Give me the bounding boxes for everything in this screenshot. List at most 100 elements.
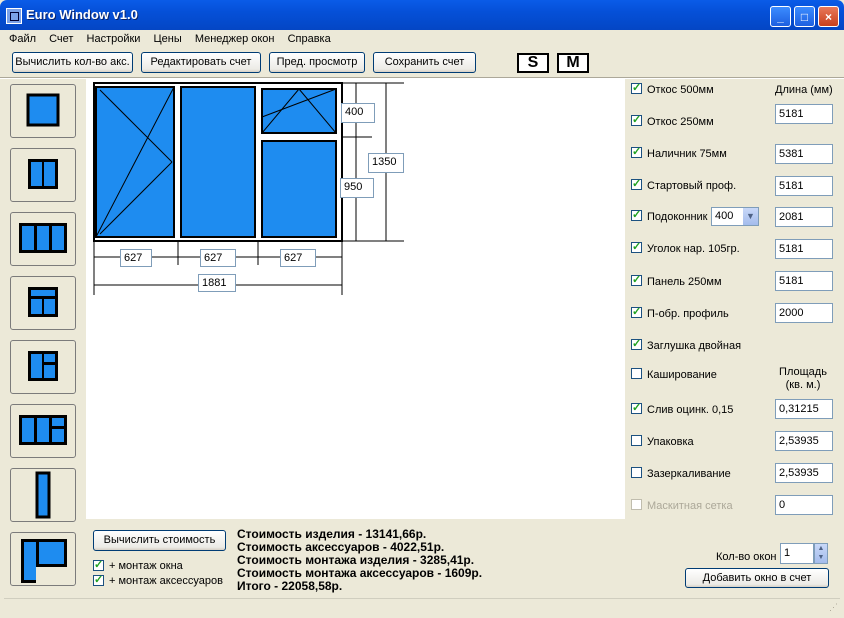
otkos-500-label: Откос 500мм [647, 84, 714, 96]
panel-250-length[interactable]: 5181 [775, 271, 833, 291]
triple-window-icon [19, 223, 67, 253]
p-profile-length[interactable]: 2000 [775, 303, 833, 323]
maximize-button[interactable]: □ [794, 6, 815, 27]
mirroring-checkbox[interactable] [631, 467, 642, 478]
menu-file[interactable]: Файл [4, 31, 41, 47]
title-bar: Euro Window v1.0 _ □ × [0, 0, 844, 30]
shape-balcony-window-button[interactable] [10, 532, 76, 586]
window-count-spinner[interactable]: ▲ ▼ [814, 543, 828, 564]
bottom-height[interactable]: 950 [340, 178, 374, 198]
shape-single-window-button[interactable] [10, 84, 76, 138]
accessories-cost: Стоимость аксессуаров - 4022,51р. [237, 540, 445, 554]
edit-invoice-button[interactable]: Редактировать счет [141, 52, 261, 73]
triple-transom-window-icon [19, 415, 67, 445]
packaging-checkbox[interactable] [631, 435, 642, 446]
otkos-250-checkbox[interactable] [631, 113, 642, 126]
p-profile-label: П-обр. профиль [647, 308, 729, 320]
mosquito-net-area[interactable]: 0 [775, 495, 833, 515]
product-mount-cost: Стоимость монтажа изделия - 3285,41р. [237, 553, 475, 567]
nalichnik-checkbox[interactable] [631, 145, 642, 158]
starter-profile-label: Стартовый проф. [647, 180, 737, 192]
windowsill-checkbox[interactable] [631, 208, 642, 221]
p-profile-checkbox[interactable] [631, 305, 642, 318]
window-count-input[interactable]: 1 [780, 543, 814, 564]
balcony-window-icon [21, 539, 67, 583]
shape-double-window-button[interactable] [10, 148, 76, 202]
m-button[interactable]: M [557, 53, 589, 73]
accessories-mount-cost: Стоимость монтажа аксессуаров - 1609р. [237, 566, 483, 580]
nalichnik-label: Наличник 75мм [647, 148, 727, 160]
calc-accessories-button[interactable]: Вычислить кол-во акс. [12, 52, 133, 73]
drip-label: Слив оцинк. 0,15 [647, 404, 734, 416]
single-window-icon [26, 93, 60, 127]
menu-bar: Файл Счет Настройки Цены Менеджер окон С… [4, 31, 336, 49]
mount-window-label: + монтаж окна [109, 560, 183, 572]
menu-window-manager[interactable]: Менеджер окон [190, 31, 280, 47]
shape-triple-transom-window-button[interactable] [10, 404, 76, 458]
add-window-button[interactable]: Добавить окно в счет [685, 568, 829, 588]
panel-250-checkbox[interactable] [631, 273, 642, 286]
s-button[interactable]: S [517, 53, 549, 73]
mount-window-checkbox[interactable] [93, 558, 104, 571]
app-icon [6, 8, 22, 24]
shape-split-window-button[interactable] [10, 340, 76, 394]
otkos-250-length[interactable]: 5181 [775, 104, 833, 124]
lamination-label: Каширование [647, 369, 717, 381]
mount-accessories-label: + монтаж аксессуаров [109, 575, 223, 587]
starter-profile-length[interactable]: 5181 [775, 176, 833, 196]
menu-settings[interactable]: Настройки [82, 31, 146, 47]
nalichnik-length[interactable]: 5381 [775, 144, 833, 164]
chevron-down-icon[interactable]: ▼ [743, 208, 758, 225]
menu-help[interactable]: Справка [283, 31, 336, 47]
double-plug-checkbox[interactable] [631, 337, 642, 350]
drip-checkbox[interactable] [631, 401, 642, 414]
starter-profile-checkbox[interactable] [631, 177, 642, 190]
area-header: Площадь (кв. м.) [779, 366, 827, 391]
top-height[interactable]: 400 [341, 103, 375, 123]
window-count-label: Кол-во окон [716, 551, 777, 563]
total-cost: Итого - 22058,58р. [237, 579, 343, 593]
shape-narrow-window-button[interactable] [10, 468, 76, 522]
sash-width-2[interactable]: 627 [200, 249, 236, 267]
narrow-window-icon [35, 471, 51, 519]
resize-grip-icon[interactable]: ⋰ [829, 602, 838, 613]
mount-accessories-checkbox[interactable] [93, 573, 104, 586]
accessories-panel: Длина (мм) Площадь (кв. м.) Откос 500мм … [625, 79, 844, 519]
close-button[interactable]: × [818, 6, 839, 27]
corner-length[interactable]: 5181 [775, 239, 833, 259]
calc-cost-button[interactable]: Вычислить стоимость [93, 530, 226, 551]
double-window-icon [28, 159, 58, 189]
menu-prices[interactable]: Цены [149, 31, 187, 47]
mirroring-area[interactable]: 2,53935 [775, 463, 833, 483]
length-header: Длина (мм) [775, 84, 833, 96]
windowsill-width-select[interactable]: 400 ▼ [711, 207, 759, 226]
lamination-checkbox[interactable] [631, 368, 642, 379]
status-bar: ⋰ [4, 598, 840, 615]
packaging-area[interactable]: 2,53935 [775, 431, 833, 451]
preview-button[interactable]: Пред. просмотр [269, 52, 365, 73]
sash-width-1[interactable]: 627 [120, 249, 152, 267]
windowsill-length[interactable]: 2081 [775, 207, 833, 227]
window-title: Euro Window v1.0 [26, 7, 138, 22]
otkos-500-checkbox[interactable] [631, 81, 642, 94]
product-cost: Стоимость изделия - 13141,66р. [237, 527, 427, 541]
double-plug-label: Заглушка двойная [647, 340, 742, 352]
sash-width-3[interactable]: 627 [280, 249, 316, 267]
mosquito-net-checkbox [631, 499, 642, 510]
packaging-label: Упаковка [647, 436, 694, 448]
minimize-button[interactable]: _ [770, 6, 791, 27]
shape-triple-window-button[interactable] [10, 212, 76, 266]
windowsill-width-value: 400 [715, 210, 734, 222]
panel-250-label: Панель 250мм [647, 276, 722, 288]
total-width[interactable]: 1881 [198, 274, 236, 292]
corner-checkbox[interactable] [631, 240, 642, 253]
shape-transom-window-button[interactable] [10, 276, 76, 330]
total-height[interactable]: 1350 [368, 153, 404, 173]
window-drawing-canvas: 627 627 627 1881 400 950 1350 [86, 79, 625, 519]
drip-area[interactable]: 0,31215 [775, 399, 833, 419]
transom-window-icon [28, 287, 58, 317]
split-window-icon [28, 351, 58, 381]
corner-label: Уголок нар. 105гр. [647, 243, 740, 255]
menu-invoice[interactable]: Счет [44, 31, 78, 47]
save-invoice-button[interactable]: Сохранить счет [373, 52, 476, 73]
